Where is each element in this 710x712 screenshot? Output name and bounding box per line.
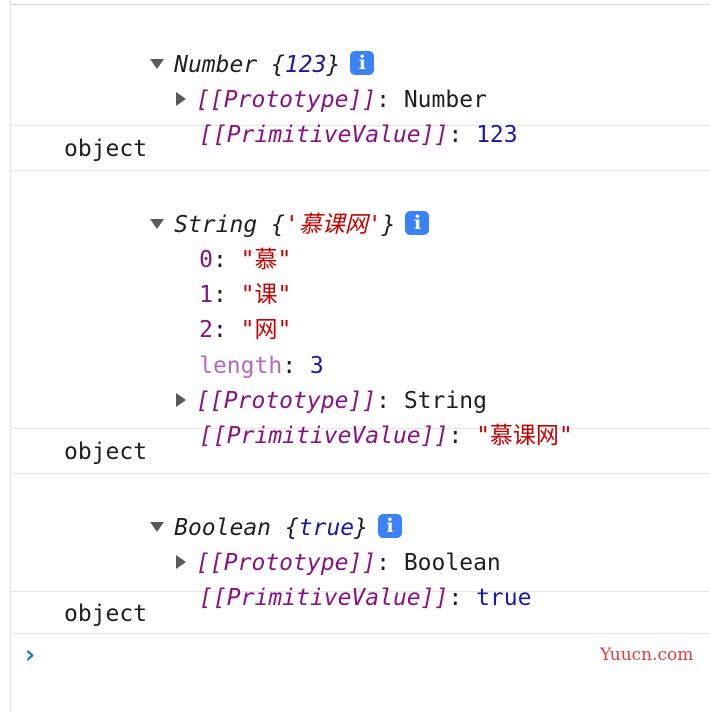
property-row: 2: "网" [199,317,292,343]
prototype-row[interactable]: [[Prototype]]: Number [93,55,487,113]
console-message-string: String {'慕课网'} i 0: "慕" 1: "课" 2: "网" len… [11,171,710,449]
typeof-result: object [64,601,148,627]
object-header-number[interactable]: Number {123} i [67,20,375,78]
console-message-number: Number {123} i [[Prototype]]: Number [[Pr… [11,6,710,148]
prototype-row[interactable]: [[Prototype]]: Boolean [93,518,501,576]
console-message-typeof: object [11,429,710,474]
typeof-result: object [64,136,148,162]
devtools-console: Number {123} i [[Prototype]]: Number [[Pr… [10,0,710,712]
property-row: 1: "课" [199,282,292,308]
primitive-value-row: [[PrimitiveValue]]: 123 [199,122,518,148]
object-header-string[interactable]: String {'慕课网'} i [67,180,430,238]
primitive-value-row: [[PrimitiveValue]]: "慕课网" [199,423,573,449]
console-message-boolean: Boolean {true} i [[Prototype]]: Boolean [… [11,474,710,611]
typeof-result: object [64,439,148,465]
property-row: 0: "慕" [199,247,292,273]
watermark: Yuucn.com [600,645,694,665]
info-icon[interactable]: i [405,210,430,235]
object-header-boolean[interactable]: Boolean {true} i [67,483,402,541]
primitive-value-row: [[PrimitiveValue]]: true [199,585,532,611]
divider [11,4,710,5]
length-row: length: 3 [199,353,324,379]
console-message-typeof: object [11,126,710,171]
console-message-typeof: object [11,592,710,634]
chevron-right-icon[interactable]: › [22,640,38,670]
prototype-row[interactable]: [[Prototype]]: String [93,356,487,414]
